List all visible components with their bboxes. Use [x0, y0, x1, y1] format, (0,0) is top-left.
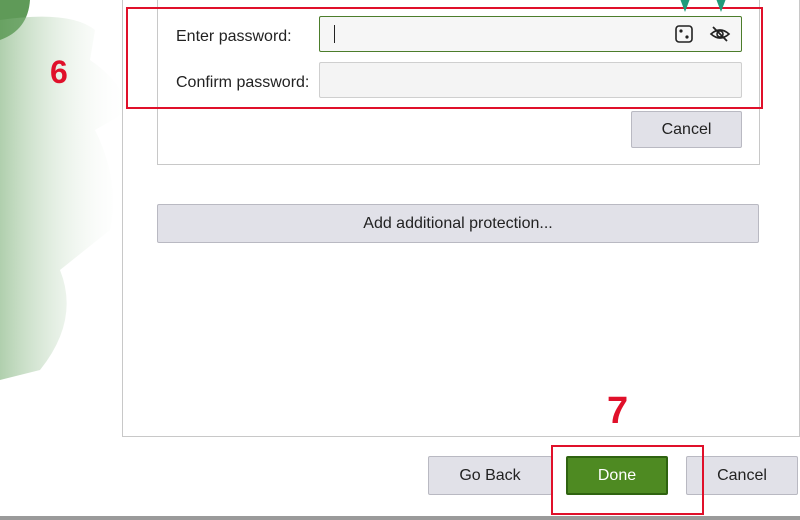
step6-marker: 6	[50, 54, 68, 90]
pointer-pin-icon	[716, 0, 726, 12]
step7-marker: 7	[607, 390, 629, 432]
step6-highlight-box	[126, 7, 763, 109]
step7-highlight-box	[551, 445, 704, 515]
password-cancel-button[interactable]: Cancel	[631, 111, 742, 148]
add-protection-button[interactable]: Add additional protection...	[157, 204, 759, 243]
window-bottom-edge	[0, 516, 800, 520]
pointer-pin-icon	[680, 0, 690, 12]
go-back-button[interactable]: Go Back	[428, 456, 552, 495]
